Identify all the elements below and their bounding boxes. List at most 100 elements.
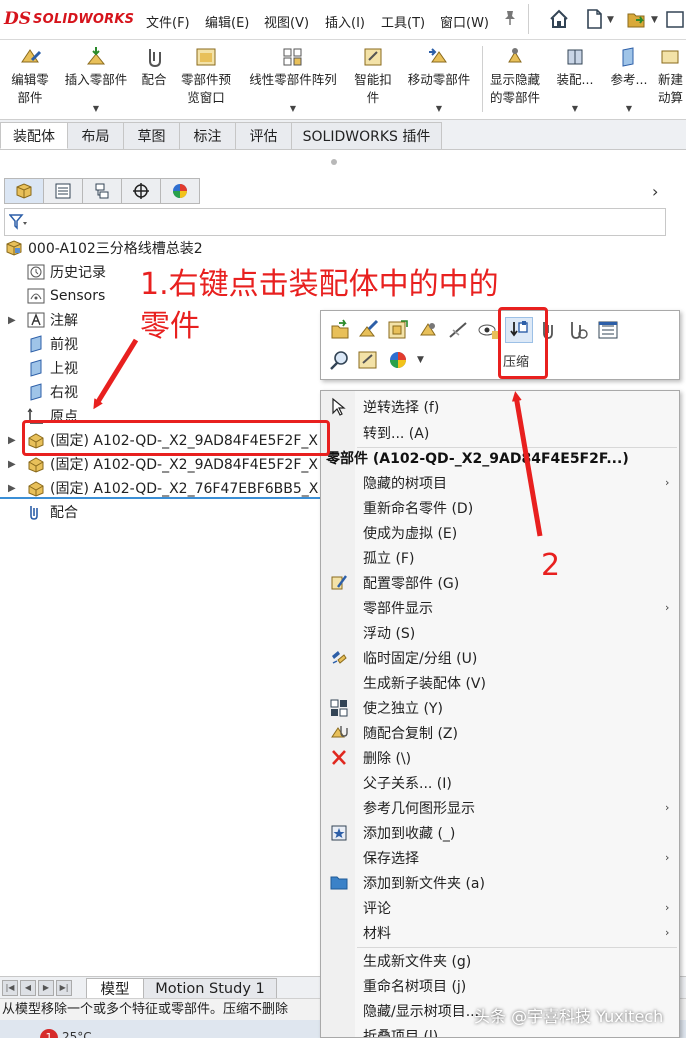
tree-item-component-2[interactable]: (固定) A102-QD-_X2_9AD84F4E5F2F_X: [26, 453, 318, 475]
menu-edit[interactable]: 编辑(E): [205, 12, 249, 31]
linear-pattern-dropdown-icon[interactable]: ▼: [290, 104, 296, 113]
open-icon[interactable]: [626, 8, 648, 30]
menu-item-comment[interactable]: 评论 ›: [321, 895, 679, 920]
expand-component-2-icon[interactable]: ▶: [8, 459, 16, 470]
menu-window[interactable]: 窗口(W): [440, 12, 489, 31]
appearance-dropdown-icon[interactable]: ▼: [417, 355, 424, 365]
linear-pattern-button[interactable]: 线性零部件阵列 ▼: [240, 44, 346, 118]
assembly-features-dropdown-icon[interactable]: ▼: [572, 104, 578, 113]
menu-tools[interactable]: 工具(T): [381, 12, 425, 31]
component-preview-button[interactable]: 零部件预 览窗口: [174, 44, 238, 118]
appearance-icon[interactable]: [387, 349, 409, 371]
menu-item-form-new-subassembly[interactable]: 生成新子装配体 (V): [321, 670, 679, 695]
menu-item-temp-fix-group[interactable]: 临时固定/分组 (U): [321, 645, 679, 670]
menu-item-hidden-tree-items[interactable]: 隐藏的树项目 ›: [321, 470, 679, 495]
solidworks-logo[interactable]: DS SOLIDWORKS: [4, 8, 134, 30]
insert-component-dropdown-icon[interactable]: ▼: [93, 104, 99, 113]
menu-item-make-independent[interactable]: 使之独立 (Y): [321, 695, 679, 720]
tab-evaluate[interactable]: 评估: [236, 122, 292, 149]
new-motion-study-button[interactable]: 新建 动算: [658, 44, 686, 118]
smart-fastener-icon[interactable]: [357, 349, 379, 371]
assembly-features-button[interactable]: 装配... ▼: [552, 44, 598, 118]
menu-item-add-to-new-folder[interactable]: 添加到新文件夹 (a): [321, 870, 679, 895]
first-tab-icon[interactable]: |◀: [2, 980, 18, 996]
tree-item-label: 配合: [50, 505, 78, 521]
menu-insert[interactable]: 插入(I): [325, 12, 365, 31]
menu-item-material[interactable]: 材料 ›: [321, 920, 679, 945]
menu-item-save-selection[interactable]: 保存选择 ›: [321, 845, 679, 870]
tree-item-sensors[interactable]: Sensors: [26, 285, 105, 307]
list-icon[interactable]: [597, 319, 619, 341]
chevron-right-icon[interactable]: ›: [652, 182, 658, 201]
move-component-button[interactable]: 移动零部件 ▼: [400, 44, 478, 118]
tree-item-mates[interactable]: 配合: [26, 501, 78, 523]
menu-item-rename-tree-item[interactable]: 重命名树项目 (j): [321, 973, 679, 998]
tree-item-component-3[interactable]: (固定) A102-QD-_X2_76F47EBF6BB5_X: [26, 477, 318, 499]
menu-item-create-new-folder[interactable]: 生成新文件夹 (g): [321, 948, 679, 973]
open-dropdown-icon[interactable]: ▼: [651, 15, 658, 25]
tab-layout[interactable]: 布局: [68, 122, 124, 149]
mate-reference-icon[interactable]: [567, 319, 589, 341]
tab-motion-study-1[interactable]: Motion Study 1: [143, 978, 277, 999]
more-icon[interactable]: [664, 8, 686, 30]
tree-item-history[interactable]: 历史记录: [26, 261, 106, 283]
new-dropdown-icon[interactable]: ▼: [607, 15, 614, 25]
panel-splitter-handle[interactable]: [331, 159, 337, 165]
menu-item-make-virtual[interactable]: 使成为虚拟 (E): [321, 520, 679, 545]
mate-button[interactable]: 配合: [134, 44, 174, 118]
tab-feature-tree[interactable]: [4, 178, 44, 204]
reference-geometry-dropdown-icon[interactable]: ▼: [626, 104, 632, 113]
expand-annotations-icon[interactable]: ▶: [8, 315, 16, 326]
menu-item-go-to[interactable]: 转到... (A): [321, 420, 679, 445]
tree-item-right-plane[interactable]: 右视: [26, 381, 78, 403]
menu-item-delete[interactable]: 删除 (\): [321, 745, 679, 770]
new-document-icon[interactable]: [583, 8, 605, 30]
tab-markup[interactable]: 标注: [180, 122, 236, 149]
tab-property-manager[interactable]: [43, 178, 83, 204]
zoom-to-selection-icon[interactable]: [329, 349, 351, 371]
smart-fastener-icon: [364, 48, 382, 66]
feature-tree-filter[interactable]: [4, 208, 666, 236]
menu-item-parent-child[interactable]: 父子关系... (I): [321, 770, 679, 795]
temp-fix-icon: [332, 651, 347, 664]
menu-item-invert-selection[interactable]: 逆转选择 (f): [321, 394, 679, 419]
tree-item-annotations[interactable]: 注解: [26, 309, 78, 331]
menu-item-reference-geometry-display[interactable]: 参考几何图形显示 ›: [321, 795, 679, 820]
edit-component-button[interactable]: 编辑零 部件: [2, 44, 58, 118]
filter-icon[interactable]: [9, 214, 29, 230]
tab-configuration-manager[interactable]: [82, 178, 122, 204]
insert-component-button[interactable]: 插入零部件 ▼: [58, 44, 134, 118]
tree-item-front-plane[interactable]: 前视: [26, 333, 78, 355]
show-hidden-components-button[interactable]: 显示隐藏 的零部件: [484, 44, 546, 118]
notification-badge[interactable]: 1: [40, 1029, 58, 1038]
pin-icon[interactable]: [503, 10, 517, 26]
menu-view[interactable]: 视图(V): [264, 12, 309, 31]
menu-file[interactable]: 文件(F): [146, 12, 190, 31]
tab-assembly[interactable]: 装配体: [0, 122, 68, 149]
mate-label: 配合: [141, 72, 167, 87]
next-tab-icon[interactable]: ▶: [38, 980, 54, 996]
prev-tab-icon[interactable]: ◀: [20, 980, 36, 996]
menu-item-isolate[interactable]: 孤立 (F): [321, 545, 679, 570]
menu-item-configure-component[interactable]: 配置零部件 (G): [321, 570, 679, 595]
tab-display-manager[interactable]: [160, 178, 200, 204]
smart-fastener-button[interactable]: 智能扣 件: [348, 44, 398, 118]
tree-item-top-plane[interactable]: 上视: [26, 357, 78, 379]
menu-item-component-display[interactable]: 零部件显示 ›: [321, 595, 679, 620]
expand-component-1-icon[interactable]: ▶: [8, 435, 16, 446]
menu-item-rename-part[interactable]: 重新命名零件 (D): [321, 495, 679, 520]
menu-item-add-to-favorites[interactable]: 添加到收藏 (_): [321, 820, 679, 845]
reference-geometry-button[interactable]: 参考... ▼: [606, 44, 652, 118]
tree-root-assembly[interactable]: 000-A102三分格线槽总装2: [4, 237, 203, 259]
tab-sketch[interactable]: 草图: [124, 122, 180, 149]
move-component-dropdown-icon[interactable]: ▼: [436, 104, 442, 113]
tab-model[interactable]: 模型: [86, 978, 144, 999]
weather-temperature[interactable]: 25°C: [62, 1030, 92, 1038]
expand-component-3-icon[interactable]: ▶: [8, 483, 16, 494]
tab-dimxpert-manager[interactable]: [121, 178, 161, 204]
menu-item-float[interactable]: 浮动 (S): [321, 620, 679, 645]
menu-item-copy-with-mates[interactable]: 随配合复制 (Z): [321, 720, 679, 745]
tab-solidworks-addins[interactable]: SOLIDWORKS 插件: [292, 122, 442, 149]
home-icon[interactable]: [548, 8, 570, 30]
last-tab-icon[interactable]: ▶|: [56, 980, 72, 996]
